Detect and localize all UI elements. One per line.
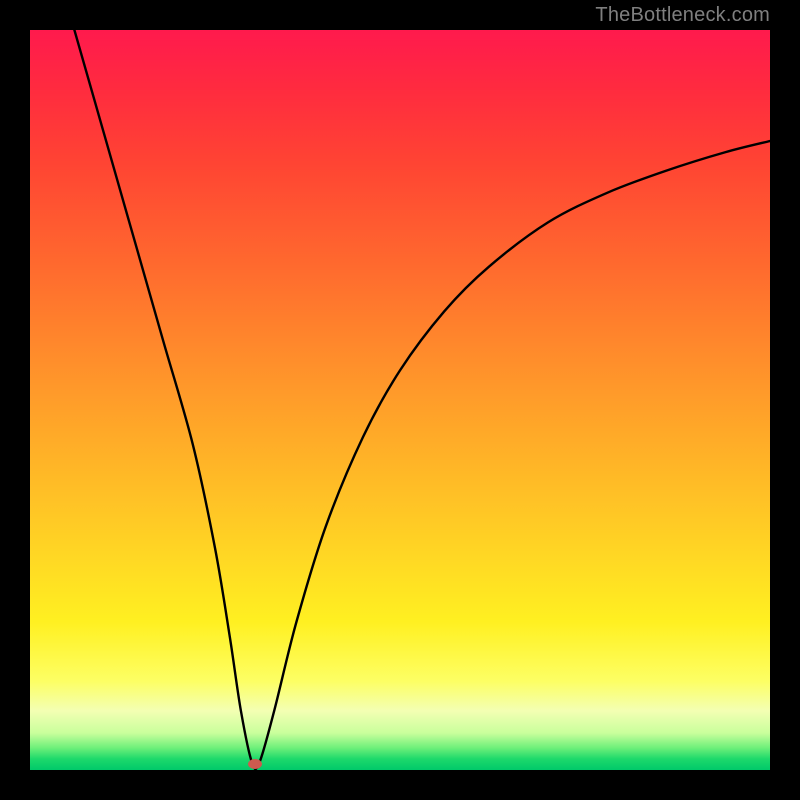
minimum-marker xyxy=(248,759,262,769)
bottleneck-curve xyxy=(30,30,770,770)
watermark-text: TheBottleneck.com xyxy=(595,4,770,27)
chart-container: TheBottleneck.com xyxy=(0,0,800,800)
plot-area xyxy=(30,30,770,770)
